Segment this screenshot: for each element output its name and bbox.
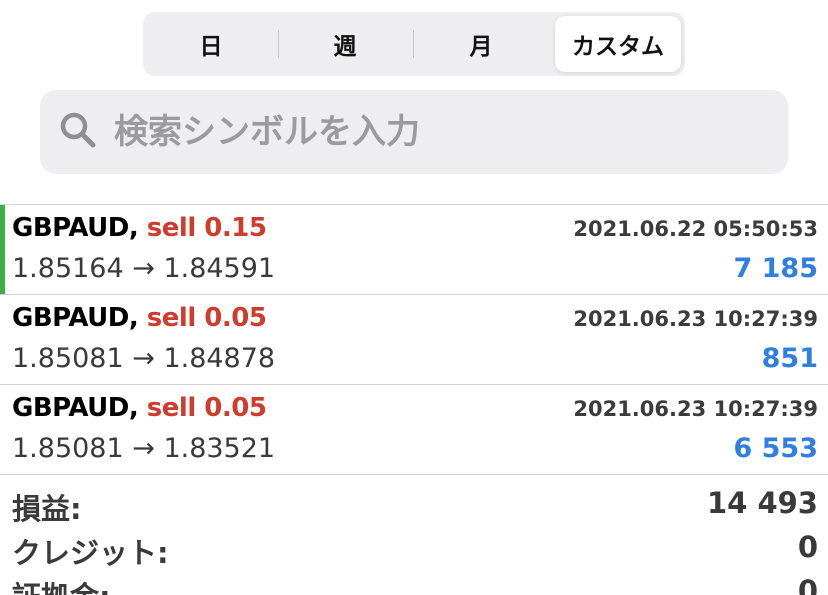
- deal-prices: 1.85081 → 1.84878: [12, 343, 276, 374]
- summary-label: 証拠金:: [12, 574, 111, 595]
- summary-value: 0: [797, 574, 818, 595]
- search-bar[interactable]: [40, 90, 788, 174]
- summary-row-credit: クレジット: 0: [0, 528, 828, 572]
- deal-time: 2021.06.23 10:27:39: [573, 307, 818, 331]
- deal-symbol: GBPAUD,: [12, 303, 139, 333]
- tab-month[interactable]: 月: [413, 16, 549, 72]
- deal-profit: 851: [761, 343, 818, 374]
- deal-symbol: GBPAUD,: [12, 213, 139, 243]
- deal-row[interactable]: GBPAUD, sell 0.15 2021.06.22 05:50:53 1.…: [0, 204, 828, 294]
- list-divider: [0, 474, 828, 475]
- deal-symbol-line: GBPAUD, sell 0.05: [12, 393, 267, 423]
- deal-list: GBPAUD, sell 0.15 2021.06.22 05:50:53 1.…: [0, 204, 828, 475]
- search-icon: [58, 110, 98, 154]
- deal-trade: sell 0.05: [146, 393, 267, 423]
- tab-week[interactable]: 週: [277, 16, 413, 72]
- deal-row[interactable]: GBPAUD, sell 0.05 2021.06.23 10:27:39 1.…: [0, 384, 828, 474]
- summary-label: クレジット:: [12, 536, 169, 570]
- deal-prices: 1.85164 → 1.84591: [12, 253, 276, 284]
- deal-profit: 7 185: [733, 253, 818, 284]
- deal-row[interactable]: GBPAUD, sell 0.05 2021.06.23 10:27:39 1.…: [0, 294, 828, 384]
- deal-symbol: GBPAUD,: [12, 393, 139, 423]
- tab-day[interactable]: 日: [145, 16, 277, 72]
- deal-prices: 1.85081 → 1.83521: [12, 433, 276, 464]
- summary-label: 損益:: [12, 492, 82, 526]
- period-segmented-control: 日 週 月 カスタム: [143, 12, 685, 76]
- deal-time: 2021.06.23 10:27:39: [573, 397, 818, 421]
- summary-value: 14 493: [707, 486, 818, 520]
- deal-symbol-line: GBPAUD, sell 0.05: [12, 303, 267, 333]
- deal-time: 2021.06.22 05:50:53: [573, 217, 818, 241]
- deal-profit: 6 553: [733, 433, 818, 464]
- summary-section: 損益: 14 493 クレジット: 0 証拠金: 0: [0, 484, 828, 595]
- summary-row-profit: 損益: 14 493: [0, 484, 828, 528]
- tab-custom[interactable]: カスタム: [555, 16, 681, 72]
- history-screen: 日 週 月 カスタム GBPAUD, sell 0.15 2021.06.22 …: [0, 0, 828, 595]
- deal-trade: sell 0.05: [146, 303, 267, 333]
- deal-symbol-line: GBPAUD, sell 0.15: [12, 213, 267, 243]
- search-input[interactable]: [112, 111, 756, 153]
- summary-row-margin: 証拠金: 0: [0, 572, 828, 595]
- deal-trade: sell 0.15: [146, 213, 267, 243]
- summary-value: 0: [797, 530, 818, 564]
